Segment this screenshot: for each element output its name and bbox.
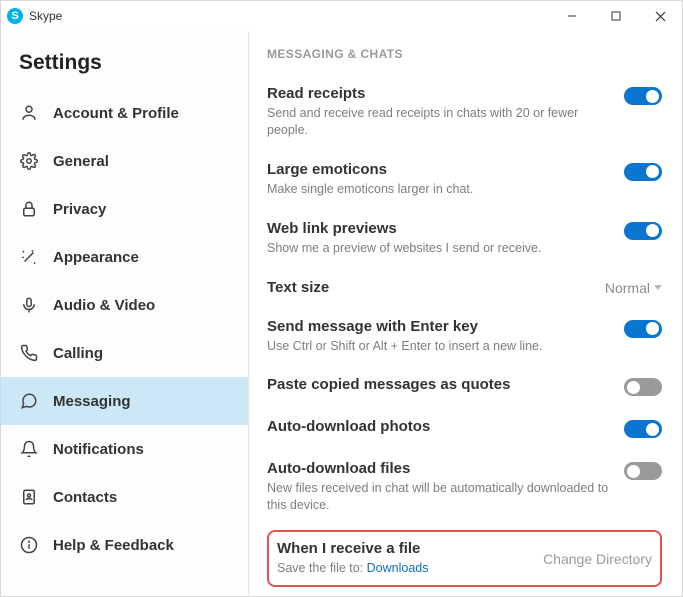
setting-desc: Use Ctrl or Shift or Alt + Enter to inse…	[267, 338, 614, 355]
settings-heading: Settings	[1, 31, 248, 89]
sidebar-item-notifications[interactable]: Notifications	[1, 425, 248, 473]
setting-desc: Make single emoticons larger in chat.	[267, 181, 614, 198]
setting-read-receipts: Read receipts Send and receive read rece…	[267, 75, 662, 151]
sidebar-item-label: Notifications	[53, 441, 144, 458]
setting-title: Read receipts	[267, 85, 614, 102]
setting-desc: New files received in chat will be autom…	[267, 480, 614, 514]
sidebar-item-messaging[interactable]: Messaging	[1, 377, 248, 425]
save-file-prefix: Save the file to:	[277, 561, 367, 575]
minimize-button[interactable]	[550, 1, 594, 31]
setting-title: Paste copied messages as quotes	[267, 376, 614, 393]
highlight-receive-file: When I receive a file Save the file to: …	[267, 530, 662, 587]
app-title: Skype	[29, 9, 62, 23]
large-emoticons-toggle[interactable]	[624, 163, 662, 181]
sidebar-item-appearance[interactable]: Appearance	[1, 233, 248, 281]
section-header: MESSAGING & CHATS	[267, 47, 662, 61]
setting-title: When I receive a file	[277, 540, 535, 557]
chevron-down-icon	[654, 285, 662, 290]
wand-icon	[19, 248, 39, 266]
sidebar-item-account[interactable]: Account & Profile	[1, 89, 248, 137]
setting-desc: Save the file to: Downloads	[277, 560, 535, 577]
bell-icon	[19, 440, 39, 458]
info-icon	[19, 536, 39, 554]
person-icon	[19, 104, 39, 122]
setting-title: Text size	[267, 279, 595, 296]
read-receipts-toggle[interactable]	[624, 87, 662, 105]
sidebar-item-general[interactable]: General	[1, 137, 248, 185]
sidebar-item-label: Contacts	[53, 489, 117, 506]
sidebar-item-label: Help & Feedback	[53, 537, 174, 554]
setting-title: Send message with Enter key	[267, 318, 614, 335]
setting-paste-quotes: Paste copied messages as quotes	[267, 366, 662, 408]
sidebar-item-label: General	[53, 153, 109, 170]
phone-icon	[19, 344, 39, 362]
main-panel: MESSAGING & CHATS Read receipts Send and…	[249, 31, 682, 596]
setting-desc: Show me a preview of websites I send or …	[267, 240, 614, 257]
window-controls	[550, 1, 682, 31]
sidebar-item-label: Audio & Video	[53, 297, 155, 314]
sidebar-item-label: Privacy	[53, 201, 106, 218]
skype-logo-icon: S	[7, 8, 23, 24]
enter-send-toggle[interactable]	[624, 320, 662, 338]
sidebar-item-privacy[interactable]: Privacy	[1, 185, 248, 233]
book-icon	[19, 488, 39, 506]
sidebar-item-label: Messaging	[53, 393, 131, 410]
app-window: S Skype Settings Account & Profile	[0, 0, 683, 597]
setting-desc: Send and receive read receipts in chats …	[267, 105, 614, 139]
autodl-photos-toggle[interactable]	[624, 420, 662, 438]
close-button[interactable]	[638, 1, 682, 31]
maximize-button[interactable]	[594, 1, 638, 31]
sidebar-item-contacts[interactable]: Contacts	[1, 473, 248, 521]
sidebar-item-calling[interactable]: Calling	[1, 329, 248, 377]
paste-quotes-toggle[interactable]	[624, 378, 662, 396]
sidebar-item-label: Calling	[53, 345, 103, 362]
text-size-value-label: Normal	[605, 280, 650, 296]
body: Settings Account & Profile General Priva…	[1, 31, 682, 596]
text-size-value[interactable]: Normal	[605, 280, 662, 296]
setting-large-emoticons: Large emoticons Make single emoticons la…	[267, 151, 662, 210]
sidebar-item-label: Appearance	[53, 249, 139, 266]
chat-icon	[19, 392, 39, 410]
downloads-link[interactable]: Downloads	[367, 561, 429, 575]
setting-title: Web link previews	[267, 220, 614, 237]
setting-web-previews: Web link previews Show me a preview of w…	[267, 210, 662, 269]
setting-autodl-files: Auto-download files New files received i…	[267, 450, 662, 526]
sidebar-item-audio-video[interactable]: Audio & Video	[1, 281, 248, 329]
change-directory-button[interactable]: Change Directory	[543, 551, 652, 567]
sidebar-item-help[interactable]: Help & Feedback	[1, 521, 248, 569]
setting-title: Auto-download photos	[267, 418, 614, 435]
gear-icon	[19, 152, 39, 170]
setting-text-size[interactable]: Text size Normal	[267, 269, 662, 308]
mic-icon	[19, 296, 39, 314]
titlebar: S Skype	[1, 1, 682, 31]
setting-autodl-photos: Auto-download photos	[267, 408, 662, 450]
autodl-files-toggle[interactable]	[624, 462, 662, 480]
web-previews-toggle[interactable]	[624, 222, 662, 240]
setting-enter-send: Send message with Enter key Use Ctrl or …	[267, 308, 662, 367]
sidebar-item-label: Account & Profile	[53, 105, 179, 122]
setting-title: Auto-download files	[267, 460, 614, 477]
setting-title: Large emoticons	[267, 161, 614, 178]
lock-icon	[19, 200, 39, 218]
sidebar: Settings Account & Profile General Priva…	[1, 31, 249, 596]
